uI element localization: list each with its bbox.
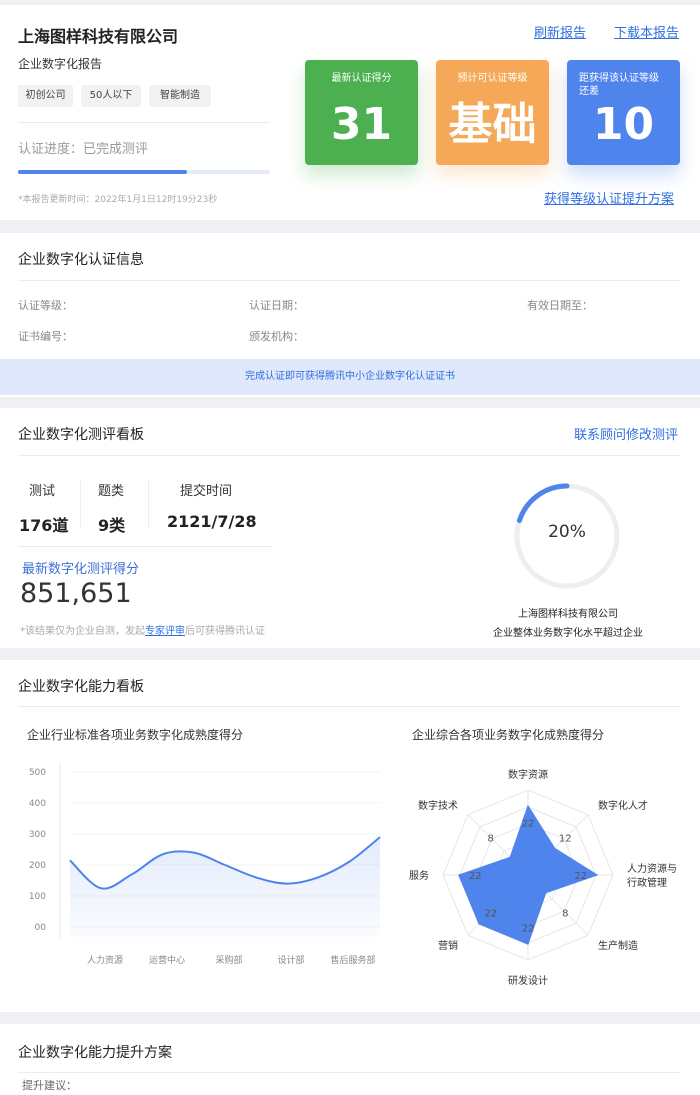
ability-title: 企业数字化能力看板 — [18, 679, 144, 695]
cert-banner[interactable]: 完成认证即可获得腾讯中小企业数字化认证证书 — [0, 359, 700, 395]
cert-level-field: 认证等级： — [18, 299, 73, 312]
upgrade-plan-link[interactable]: 获得等级认证提升方案 — [544, 188, 674, 207]
radar-value-label: 22 — [522, 818, 535, 829]
cert-number-field: 证书编号： — [18, 330, 73, 343]
cert-date-field: 认证日期： — [249, 299, 304, 312]
y-tick-label: 100 — [29, 892, 46, 902]
ring-progress-arc — [516, 483, 570, 524]
expected-level-tile: 预计可认证等级 基础 — [436, 60, 549, 165]
radar-value-label: 12 — [559, 834, 572, 845]
evaluation-score-value: 851,651 — [20, 578, 132, 609]
gap-score-value: 10 — [592, 99, 655, 150]
y-tick-label: 200 — [29, 861, 46, 871]
download-report-link[interactable]: 下载本报告 — [614, 22, 679, 41]
radar-axis-label: 数字化人才 — [598, 799, 648, 812]
x-tick-label: 采购部 — [215, 954, 242, 966]
report-title: 企业数字化报告 — [18, 57, 103, 71]
radar-value-label: 22 — [484, 908, 497, 919]
radar-axis-label: 生产制造 — [598, 939, 638, 952]
ring-caption-company: 上海图样科技有限公司 — [518, 609, 618, 620]
progress-fill — [18, 170, 187, 174]
radar-value-label: 22 — [574, 871, 587, 882]
tag-startup: 初创公司 — [18, 85, 73, 107]
stat-submit-time-label: 提交时间 — [180, 484, 233, 499]
radar-value-label: 8 — [488, 834, 494, 845]
stat-submit-time-value: 2121/7/28 — [167, 512, 257, 531]
stat-categories-label: 题类 — [98, 484, 125, 499]
radar-axis-label: 人力资源与 — [627, 862, 677, 875]
tag-industry: 智能制造 — [149, 85, 211, 107]
company-name: 上海图样科技有限公司 — [18, 27, 179, 46]
y-tick-label: 500 — [29, 768, 46, 778]
line-chart-title: 企业行业标准各项业务数字化成熟度得分 — [27, 728, 244, 742]
stat-tests-label: 测试 — [29, 484, 56, 499]
update-time: *本报告更新时间：2022年1月1日12时19分23秒 — [18, 195, 218, 205]
expert-review-link[interactable]: 专家评审 — [145, 626, 185, 637]
x-tick-label: 设计部 — [277, 954, 304, 966]
radar-axis-label: 数字资源 — [508, 768, 548, 781]
y-tick-label: 300 — [29, 830, 46, 840]
radar-axis-label: 数字技术 — [418, 799, 458, 812]
line-chart: 500 400 300 200 100 00 人力资源 运营中心 采购部 设计部 售后服务部 — [29, 764, 381, 966]
radar-chart-title: 企业综合各项业务数字化成熟度得分 — [412, 728, 605, 742]
self-test-note-suffix: 后可获得腾讯认证 — [185, 626, 265, 637]
line-series-area — [70, 837, 380, 937]
tag-size: 50人以下 — [81, 85, 141, 107]
radar-value-label: 22 — [522, 924, 535, 935]
radar-axis-label: 服务 — [409, 869, 429, 882]
radar-axis-label: 营销 — [438, 939, 458, 952]
suggestion-label: 提升建议： — [22, 1079, 77, 1092]
report-header-card: 上海图样科技有限公司 企业数字化报告 初创公司 50人以下 智能制造 认证进度：… — [0, 5, 700, 220]
latest-score-label: 最新认证得分 — [331, 73, 392, 84]
gap-score-label: 距获得该认证等级还差 — [579, 73, 659, 97]
cert-issuer-field: 颁发机构： — [249, 330, 304, 343]
evaluation-score-label: 最新数字化测评得分 — [22, 562, 140, 577]
evaluation-title: 企业数字化测评看板 — [18, 427, 144, 443]
cert-valid-field: 有效日期至： — [527, 299, 593, 312]
radar-axis-label: 行政管理 — [627, 876, 667, 889]
contact-advisor-link[interactable]: 联系顾问修改测评 — [574, 424, 678, 443]
y-tick-label: 400 — [29, 799, 46, 809]
stat-tests-value: 176道 — [19, 516, 69, 535]
ring-caption-text: 企业整体业务数字化水平超过企业 — [493, 628, 643, 639]
ring-percent-text: 20% — [548, 522, 586, 542]
self-test-note: *该结果仅为企业自测，发起专家评审后可获得腾讯认证 — [20, 622, 265, 637]
radar-chart: 22 12 22 8 22 22 22 8 数字资源数字化人才人力资源与行政管理生产制造研发设计… — [409, 768, 677, 987]
latest-score-value: 31 — [330, 99, 393, 150]
gap-score-tile: 距获得该认证等级还差 10 — [567, 60, 680, 165]
x-tick-label: 售后服务部 — [330, 954, 375, 966]
x-tick-label: 运营中心 — [149, 954, 185, 966]
certification-title: 企业数字化认证信息 — [18, 252, 144, 268]
radar-value-label: 8 — [562, 908, 568, 919]
improvement-title: 企业数字化能力提升方案 — [18, 1045, 172, 1061]
refresh-report-link[interactable]: 刷新报告 — [534, 22, 586, 41]
latest-score-tile: 最新认证得分 31 — [305, 60, 418, 165]
progress-track — [18, 170, 270, 174]
y-tick-label: 00 — [35, 923, 47, 933]
improvement-card: 企业数字化能力提升方案 提升建议： — [0, 1024, 700, 1095]
expected-level-label: 预计可认证等级 — [457, 73, 528, 84]
certification-card: 企业数字化认证信息 认证等级： 认证日期： 有效日期至： 证书编号： 颁发机构：… — [0, 233, 700, 397]
cert-banner-text: 完成认证即可获得腾讯中小企业数字化认证证书 — [245, 371, 455, 382]
progress-label: 认证进度：已完成测评 — [18, 142, 149, 157]
expected-level-value: 基础 — [448, 99, 537, 150]
radar-axis-label: 研发设计 — [508, 974, 548, 987]
radar-value-label: 22 — [469, 871, 482, 882]
self-test-note-prefix: *该结果仅为企业自测，发起 — [20, 626, 145, 637]
stat-categories-value: 9类 — [98, 516, 126, 535]
x-tick-label: 人力资源 — [87, 954, 123, 966]
